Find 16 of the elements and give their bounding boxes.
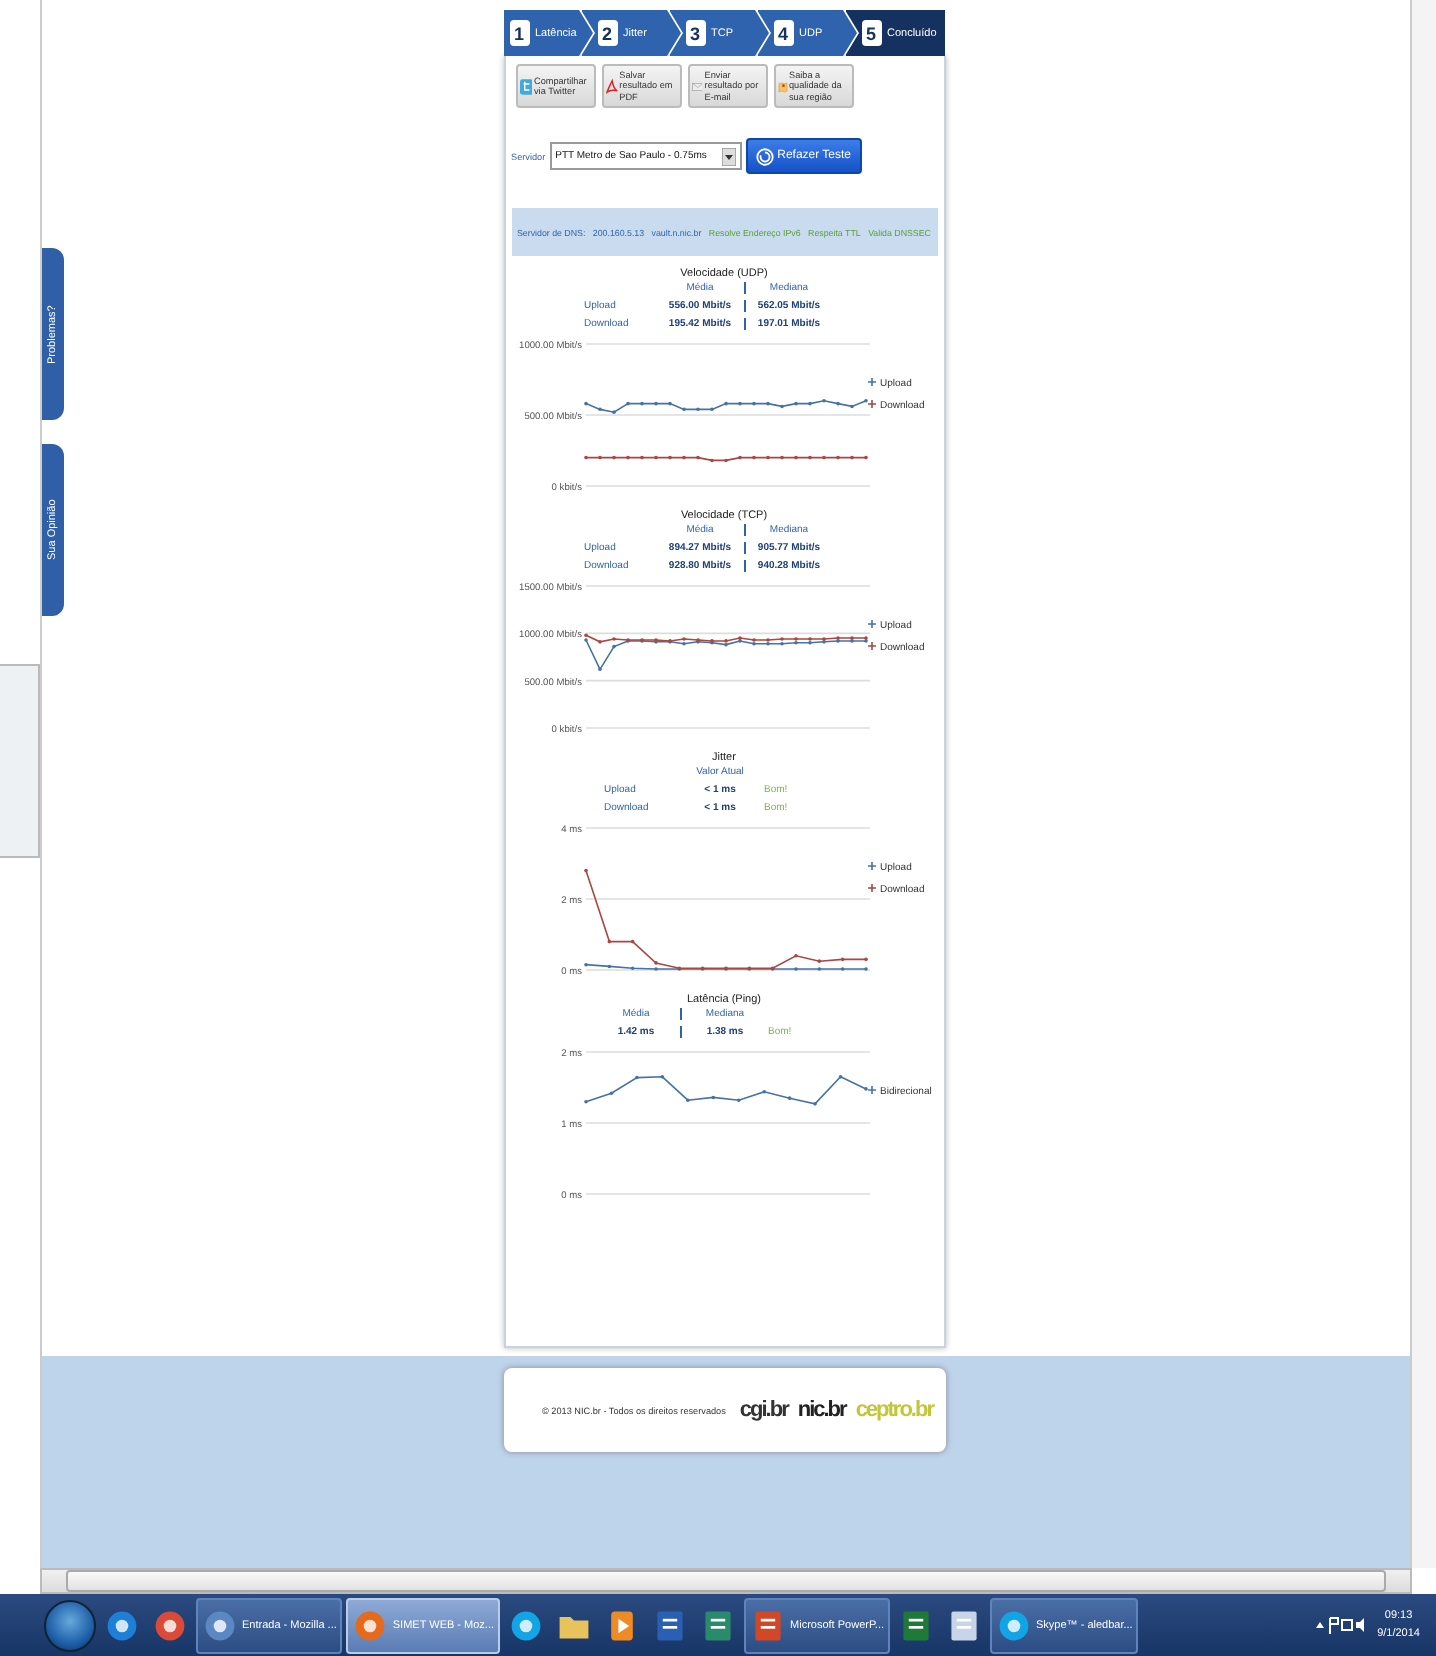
caret-icon	[721, 147, 736, 165]
horizontal-scrollbar[interactable]	[40, 1568, 1412, 1594]
document-icon	[700, 1607, 737, 1643]
scroll-thumb[interactable]	[66, 1570, 1386, 1592]
bird-icon	[519, 73, 532, 99]
logo[interactable]: cgi.br	[739, 1398, 788, 1422]
notepad-icon	[946, 1607, 983, 1643]
vertical-scrollbar[interactable]	[1410, 0, 1436, 1568]
document-icon	[652, 1607, 689, 1643]
spreadsheet-icon	[898, 1607, 935, 1643]
pdf-icon	[605, 73, 618, 99]
tray-icons-drawing[interactable]	[1313, 1616, 1366, 1634]
presentation-icon	[750, 1607, 787, 1643]
logo[interactable]: nic.br	[797, 1398, 846, 1422]
start-button[interactable]	[44, 1599, 96, 1651]
refresh-icon	[755, 147, 774, 165]
